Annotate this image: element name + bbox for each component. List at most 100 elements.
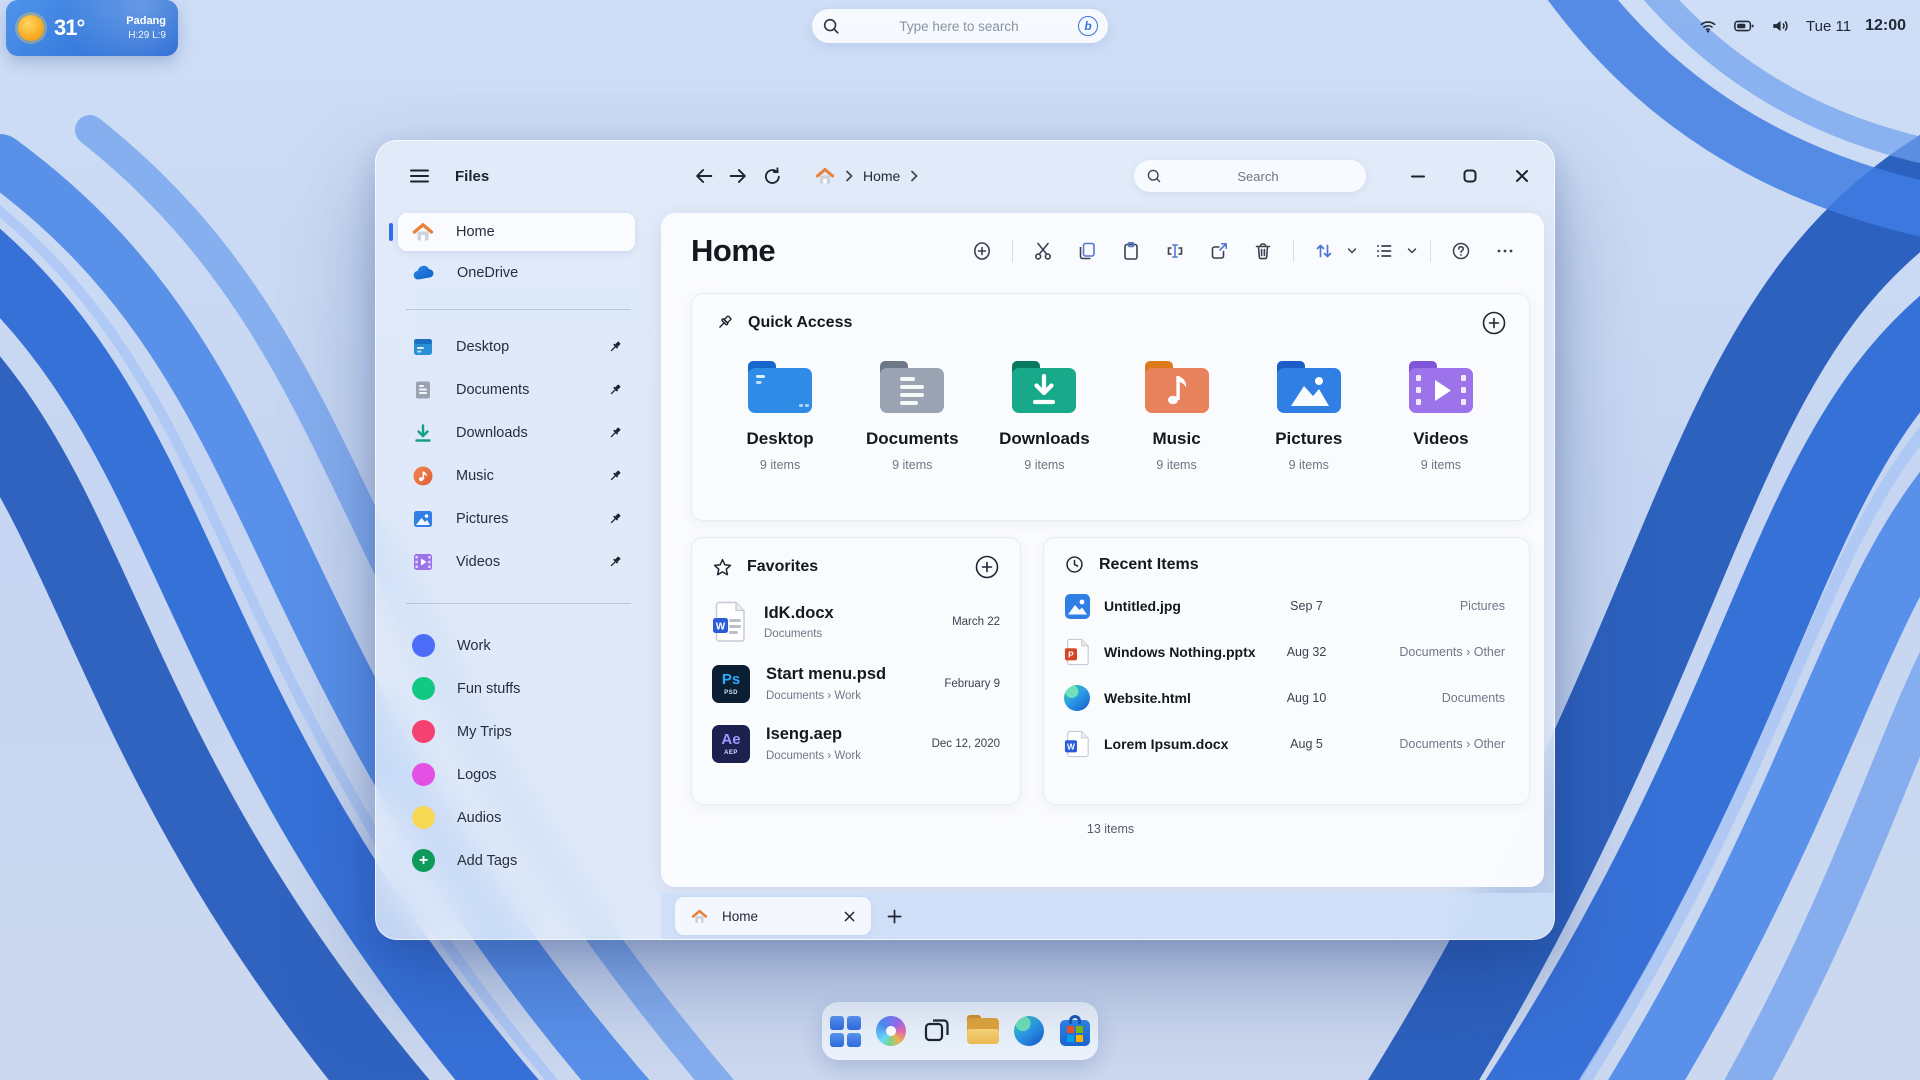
chevron-down-icon[interactable] — [1407, 247, 1417, 255]
desktop-search-bar[interactable]: b — [812, 9, 1108, 43]
sidebar-item-downloads[interactable]: Downloads — [398, 411, 635, 454]
sidebar-add-tags-button[interactable]: + Add Tags — [398, 839, 635, 882]
delete-icon[interactable] — [1246, 235, 1280, 267]
rename-icon[interactable] — [1158, 235, 1192, 267]
paste-icon[interactable] — [1114, 235, 1148, 267]
toolbar — [965, 235, 1530, 267]
file-date: Sep 7 — [1259, 599, 1355, 613]
volume-icon[interactable] — [1770, 16, 1792, 36]
search-icon — [1146, 168, 1162, 184]
window-search-bar[interactable] — [1134, 160, 1366, 192]
recent-item-website-html[interactable]: Website.html Aug 10 Documents — [1064, 675, 1509, 721]
file-date: Dec 12, 2020 — [932, 738, 1000, 750]
start-icon[interactable] — [828, 1014, 862, 1048]
add-quick-access-button[interactable] — [1481, 310, 1507, 336]
tray-time[interactable]: 12:00 — [1865, 17, 1906, 35]
edge-icon[interactable] — [1012, 1014, 1046, 1048]
sidebar-item-home[interactable]: Home — [398, 213, 635, 251]
battery-icon[interactable] — [1732, 16, 1756, 36]
help-icon[interactable] — [1444, 235, 1478, 267]
quick-access-folder-downloads[interactable]: Downloads 9 items — [978, 358, 1110, 472]
quick-access-folder-pictures[interactable]: Pictures 9 items — [1243, 358, 1375, 472]
window-search-input[interactable] — [1162, 169, 1354, 184]
tag-label: Fun stuffs — [457, 681, 520, 697]
maximize-button[interactable] — [1462, 168, 1478, 184]
hamburger-menu-icon[interactable] — [410, 168, 429, 184]
weather-widget[interactable]: 31° Padang H:29 L:9 — [6, 0, 178, 56]
sidebar-item-label: Documents — [456, 382, 529, 398]
more-icon[interactable] — [1488, 235, 1522, 267]
sidebar-divider — [406, 603, 631, 604]
home-icon — [412, 222, 434, 242]
word-file-icon: W — [1064, 730, 1104, 758]
tray-date[interactable]: Tue 11 — [1806, 18, 1851, 35]
minimize-button[interactable] — [1410, 168, 1426, 184]
main-panel: Home — [661, 213, 1544, 887]
favorite-item-start-menu-psd[interactable]: Ps PSD Start menu.psd Documents › Work F… — [712, 664, 1000, 703]
tag-color-dot — [412, 720, 435, 743]
add-icon[interactable] — [965, 235, 999, 267]
file-location: Documents › Other — [1355, 737, 1510, 751]
recent-item-untitled-jpg[interactable]: Untitled.jpg Sep 7 Pictures — [1064, 583, 1509, 629]
share-icon[interactable] — [1202, 235, 1236, 267]
sidebar-item-onedrive[interactable]: OneDrive — [398, 251, 635, 294]
selection-accent-bar — [389, 223, 393, 241]
breadcrumb-item-home[interactable]: Home — [863, 168, 900, 184]
quick-access-folder-music[interactable]: Music 9 items — [1111, 358, 1243, 472]
favorite-item-idk-docx[interactable]: W IdK.docx Documents March 22 — [712, 601, 1000, 643]
sort-icon[interactable] — [1307, 235, 1341, 267]
tag-color-dot — [412, 806, 435, 829]
tab-close-icon[interactable] — [844, 911, 855, 922]
pin-outline-icon — [714, 313, 734, 333]
refresh-button[interactable] — [755, 159, 789, 193]
sidebar-divider — [406, 309, 631, 310]
sidebar-tag-fun-stuffs[interactable]: Fun stuffs — [398, 667, 635, 710]
quick-access-folder-documents[interactable]: Documents 9 items — [846, 358, 978, 472]
sidebar-tag-logos[interactable]: Logos — [398, 753, 635, 796]
sidebar-item-desktop[interactable]: Desktop — [398, 325, 635, 368]
store-icon[interactable] — [1058, 1014, 1092, 1048]
pin-icon[interactable] — [607, 339, 623, 355]
home-icon — [691, 909, 708, 924]
system-tray[interactable]: Tue 11 12:00 — [1698, 10, 1906, 42]
sidebar-tag-work[interactable]: Work — [398, 624, 635, 667]
file-explorer-icon[interactable] — [966, 1014, 1000, 1048]
copilot-icon[interactable] — [874, 1014, 908, 1048]
favorites-section: Favorites W IdK.docx Documents — [691, 537, 1021, 805]
quick-access-folder-desktop[interactable]: Desktop 9 items — [714, 358, 846, 472]
desktop-search-input[interactable] — [840, 19, 1078, 34]
pin-icon[interactable] — [607, 425, 623, 441]
tab-home[interactable]: Home — [675, 897, 871, 935]
sidebar-item-label: Music — [456, 468, 494, 484]
task-view-icon[interactable] — [920, 1014, 954, 1048]
sidebar-tag-audios[interactable]: Audios — [398, 796, 635, 839]
pin-icon[interactable] — [607, 554, 623, 570]
sidebar-item-videos[interactable]: Videos — [398, 540, 635, 583]
recent-item-lorem-ipsum-docx[interactable]: W Lorem Ipsum.docx Aug 5 Documents › Oth… — [1064, 721, 1509, 767]
pin-icon[interactable] — [607, 511, 623, 527]
new-tab-button[interactable] — [877, 899, 911, 933]
wifi-icon[interactable] — [1698, 16, 1718, 36]
forward-button[interactable] — [721, 159, 755, 193]
sidebar-item-music[interactable]: Music — [398, 454, 635, 497]
close-button[interactable] — [1514, 168, 1530, 184]
svg-text:W: W — [716, 622, 726, 633]
tag-color-dot — [412, 763, 435, 786]
chevron-down-icon[interactable] — [1347, 247, 1357, 255]
back-button[interactable] — [687, 159, 721, 193]
bing-icon[interactable]: b — [1078, 16, 1098, 36]
home-icon[interactable] — [815, 167, 835, 185]
sidebar-item-pictures[interactable]: Pictures — [398, 497, 635, 540]
sidebar-item-documents[interactable]: Documents — [398, 368, 635, 411]
pin-icon[interactable] — [607, 468, 623, 484]
recent-item-windows-nothing-pptx[interactable]: P Windows Nothing.pptx Aug 32 Documents … — [1064, 629, 1509, 675]
add-favorite-button[interactable] — [974, 554, 1000, 580]
sidebar-tag-my-trips[interactable]: My Trips — [398, 710, 635, 753]
pin-icon[interactable] — [607, 382, 623, 398]
view-icon[interactable] — [1367, 235, 1401, 267]
favorite-item-iseng-aep[interactable]: Ae AEP Iseng.aep Documents › Work Dec 12… — [712, 724, 1000, 763]
copy-icon[interactable] — [1070, 235, 1104, 267]
edge-icon — [1064, 685, 1090, 711]
cut-icon[interactable] — [1026, 235, 1060, 267]
quick-access-folder-videos[interactable]: Videos 9 items — [1375, 358, 1507, 472]
